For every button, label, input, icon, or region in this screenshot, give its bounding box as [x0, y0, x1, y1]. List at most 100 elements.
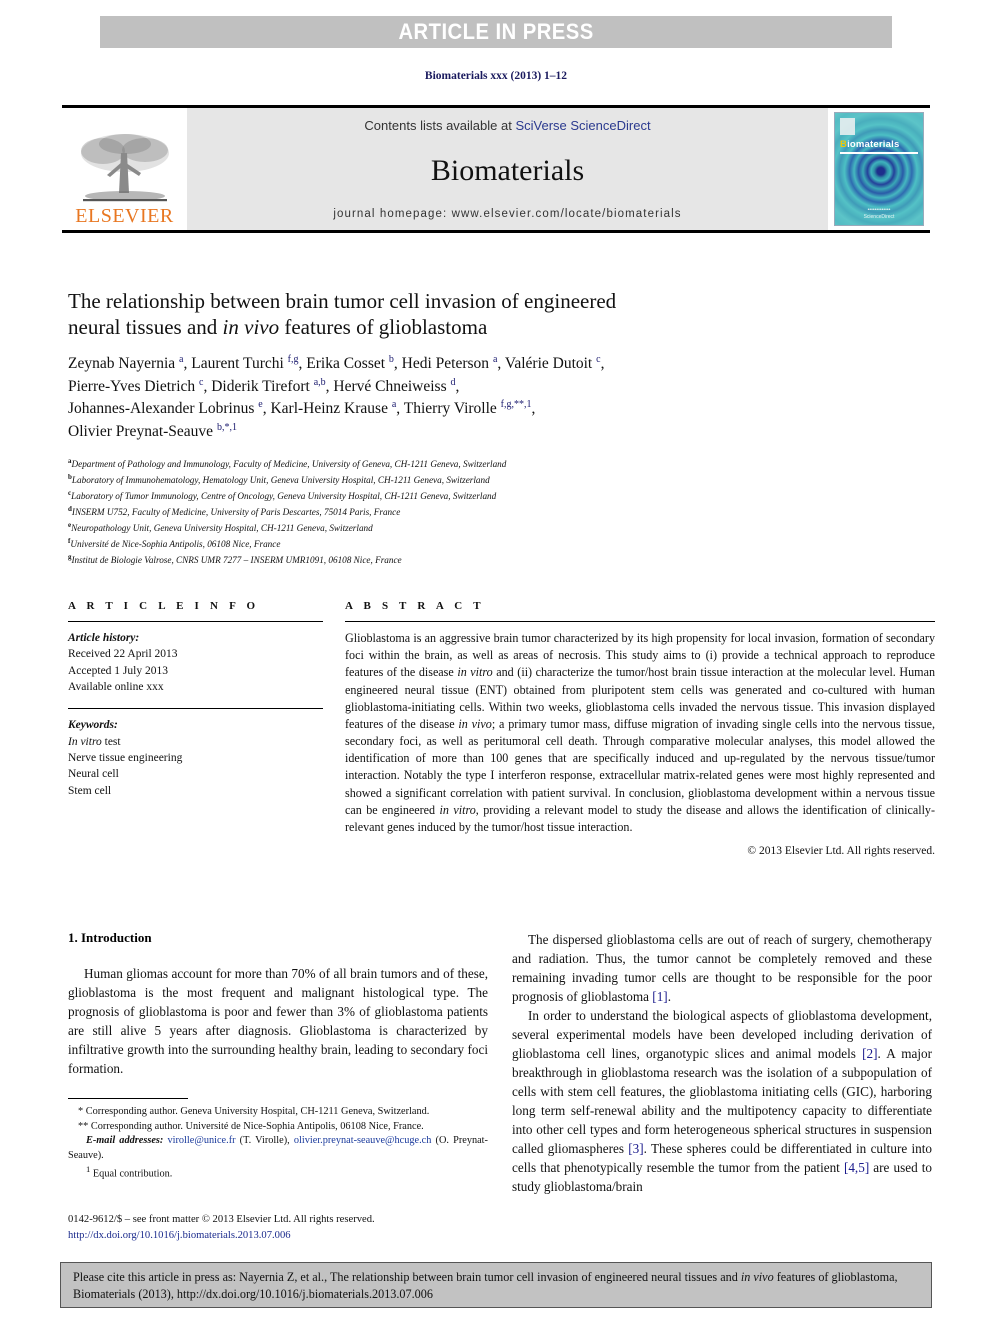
keywords-label: Keywords:: [68, 719, 118, 732]
cover-divider: [840, 152, 918, 154]
affiliation-text: Neuropathology Unit, Geneva University H…: [71, 522, 373, 533]
citation-ref-3[interactable]: [3]: [628, 1141, 643, 1156]
title-block: The relationship between brain tumor cel…: [68, 288, 932, 444]
footnote-equal-text: Equal contribution.: [92, 1168, 173, 1180]
keywords-group: Keywords: In vitro test Nerve tissue eng…: [68, 717, 323, 799]
masthead-center: Contents lists available at SciVerse Sci…: [187, 108, 828, 230]
footnote-mark-1: 1: [86, 1164, 91, 1175]
section-heading-introduction: 1. Introduction: [68, 930, 152, 945]
abstract-text: Glioblastoma is an aggressive brain tumo…: [345, 630, 935, 836]
affiliation-item: aDepartment of Pathology and Immunology,…: [68, 456, 938, 472]
footnote-corresponding-author-2: ** Corresponding author. Université de N…: [78, 1120, 424, 1132]
issn-line: 0142-9612/$ – see front matter © 2013 El…: [68, 1214, 375, 1225]
cover-publisher-badge-icon: [840, 118, 855, 135]
paper-title: The relationship between brain tumor cel…: [68, 288, 932, 341]
keywords-divider: [68, 708, 323, 710]
affiliation-item: eNeuropathology Unit, Geneva University …: [68, 520, 938, 536]
article-history-received: Received 22 April 2013: [68, 648, 178, 661]
cover-title-initial: B: [840, 139, 848, 150]
elsevier-tree-icon: [80, 134, 169, 202]
right-p1-text-b: .: [667, 989, 671, 1004]
article-in-press-label: ARTICLE IN PRESS: [398, 19, 594, 44]
abstract-copyright: © 2013 Elsevier Ltd. All rights reserved…: [747, 845, 935, 858]
cover-image: Biomaterials ••••••••••••• ScienceDirect: [834, 112, 924, 226]
footnote-divider: [68, 1098, 188, 1099]
contents-prefix: Contents lists available at: [364, 118, 516, 133]
paper-title-line-2b: features of glioblastoma: [279, 315, 488, 340]
contents-lists-line: Contents lists available at SciVerse Sci…: [364, 118, 650, 133]
elsevier-logo: ELSEVIER: [62, 108, 187, 230]
affiliation-text: Laboratory of Immunohematology, Hematolo…: [71, 475, 490, 486]
issn-doi-block: 0142-9612/$ – see front matter © 2013 El…: [68, 1212, 498, 1243]
paper-title-line-1: The relationship between brain tumor cel…: [68, 289, 617, 313]
abstract-divider: [345, 621, 935, 622]
keyword-item: Neural cell: [68, 768, 119, 781]
affiliation-item: cLaboratory of Tumor Immunology, Centre …: [68, 488, 938, 504]
elsevier-wordmark: ELSEVIER: [75, 205, 174, 227]
cite-this-article-text: Please cite this article in press as: Na…: [73, 1269, 919, 1303]
affiliation-item: dINSERM U752, Faculty of Medicine, Unive…: [68, 504, 938, 520]
article-history-group: Article history: Received 22 April 2013 …: [68, 630, 323, 695]
article-info-divider: [68, 621, 323, 622]
abstract-italic-3: in vitro: [439, 802, 476, 817]
author-list: Zeynab Nayernia a, Laurent Turchi f,g, E…: [68, 353, 605, 441]
affiliation-item: fUniversité de Nice-Sophia Antipolis, 06…: [68, 536, 938, 552]
article-in-press-banner: ARTICLE IN PRESS: [100, 16, 892, 48]
paper-title-line-2a: neural tissues and: [68, 315, 223, 340]
abstract-heading: A B S T R A C T: [345, 600, 485, 612]
footnote-corresponding-author-1: * Corresponding author. Geneva Universit…: [78, 1106, 430, 1117]
body-column-left: 1. Introduction Human gliomas account fo…: [68, 930, 488, 1078]
affiliation-text: Department of Pathology and Immunology, …: [71, 459, 507, 470]
cover-footer: ••••••••••••• ScienceDirect: [835, 207, 923, 220]
affiliation-text: Laboratory of Tumor Immunology, Centre o…: [71, 491, 497, 501]
cover-title: Biomaterials: [840, 139, 899, 150]
citation-ref-2[interactable]: [2]: [862, 1046, 877, 1061]
email-addresses-label: E-mail addresses:: [86, 1135, 164, 1147]
journal-cover-thumbnail: Biomaterials ••••••••••••• ScienceDirect: [828, 108, 930, 230]
intro-paragraph-right-1: The dispersed glioblastoma cells are out…: [512, 930, 932, 1006]
cite-text-a: Please cite this article in press as: Na…: [73, 1270, 741, 1284]
citation-ref-1[interactable]: [1]: [652, 989, 667, 1004]
right-p1-text-a: The dispersed glioblastoma cells are out…: [512, 932, 932, 1004]
affiliation-text: INSERM U752, Faculty of Medicine, Univer…: [71, 506, 401, 517]
footnote-equal-contribution: 1 Equal contribution.: [68, 1163, 488, 1182]
abstract-italic-2: in vivo: [458, 716, 492, 731]
keyword-item: Nerve tissue engineering: [68, 751, 183, 764]
article-info-heading: A R T I C L E I N F O: [68, 600, 260, 612]
email1-owner: (T. Virolle),: [235, 1135, 294, 1147]
body-column-right: The dispersed glioblastoma cells are out…: [512, 930, 932, 1196]
cite-text-italic: in vivo: [740, 1270, 774, 1284]
email-link-preynat-seauve[interactable]: olivier.preynat-seauve@hcuge.ch: [294, 1135, 432, 1146]
sciencedirect-link[interactable]: SciVerse ScienceDirect: [515, 118, 650, 133]
affiliation-list: aDepartment of Pathology and Immunology,…: [68, 456, 938, 568]
article-history-label: Article history:: [68, 632, 140, 644]
intro-paragraph-left: Human gliomas account for more than 70% …: [68, 966, 488, 1076]
right-p2-text-b: . A major breakthrough in glioblastoma r…: [512, 1046, 933, 1156]
affiliation-item: gInstitut de Biologie Valrose, CNRS UMR …: [68, 552, 938, 568]
keyword-item: Stem cell: [68, 784, 112, 797]
footnote-section: * Corresponding author. Geneva Universit…: [68, 1098, 488, 1182]
article-info-section: A R T I C L E I N F O Article history: R…: [68, 600, 323, 799]
footnote-emails: E-mail addresses: virolle@unice.fr (T. V…: [68, 1134, 488, 1163]
abstract-section: A B S T R A C T Glioblastoma is an aggre…: [345, 600, 935, 857]
cite-this-article-box: Please cite this article in press as: Na…: [60, 1262, 932, 1308]
keyword-item: In vitro test: [68, 734, 323, 750]
paper-title-italic: in vivo: [222, 315, 280, 340]
cover-footer-line-2: ScienceDirect: [863, 213, 895, 220]
article-history-online: Available online xxx: [68, 680, 164, 693]
doi-link[interactable]: http://dx.doi.org/10.1016/j.biomaterials…: [68, 1228, 498, 1244]
cover-title-rest: iomaterials: [847, 139, 900, 150]
affiliation-text: Université de Nice-Sophia Antipolis, 061…: [70, 538, 281, 549]
running-head: Biomaterials xxx (2013) 1–12: [424, 70, 568, 82]
citation-ref-4-5[interactable]: [4,5]: [844, 1160, 869, 1175]
email-link-virolle[interactable]: virolle@unice.fr: [167, 1135, 235, 1146]
journal-masthead: ELSEVIER Contents lists available at Sci…: [62, 105, 930, 233]
affiliation-item: bLaboratory of Immunohematology, Hematol…: [68, 472, 938, 488]
abstract-italic-1: in vitro: [457, 665, 493, 680]
intro-paragraph-right-2: In order to understand the biological as…: [512, 1006, 932, 1196]
affiliation-text: Institut de Biologie Valrose, CNRS UMR 7…: [71, 554, 402, 565]
journal-title: Biomaterials: [430, 153, 585, 187]
keyword-rest-part: test: [101, 735, 121, 748]
journal-homepage-line[interactable]: journal homepage: www.elsevier.com/locat…: [333, 208, 681, 220]
article-history-accepted: Accepted 1 July 2013: [68, 664, 168, 677]
